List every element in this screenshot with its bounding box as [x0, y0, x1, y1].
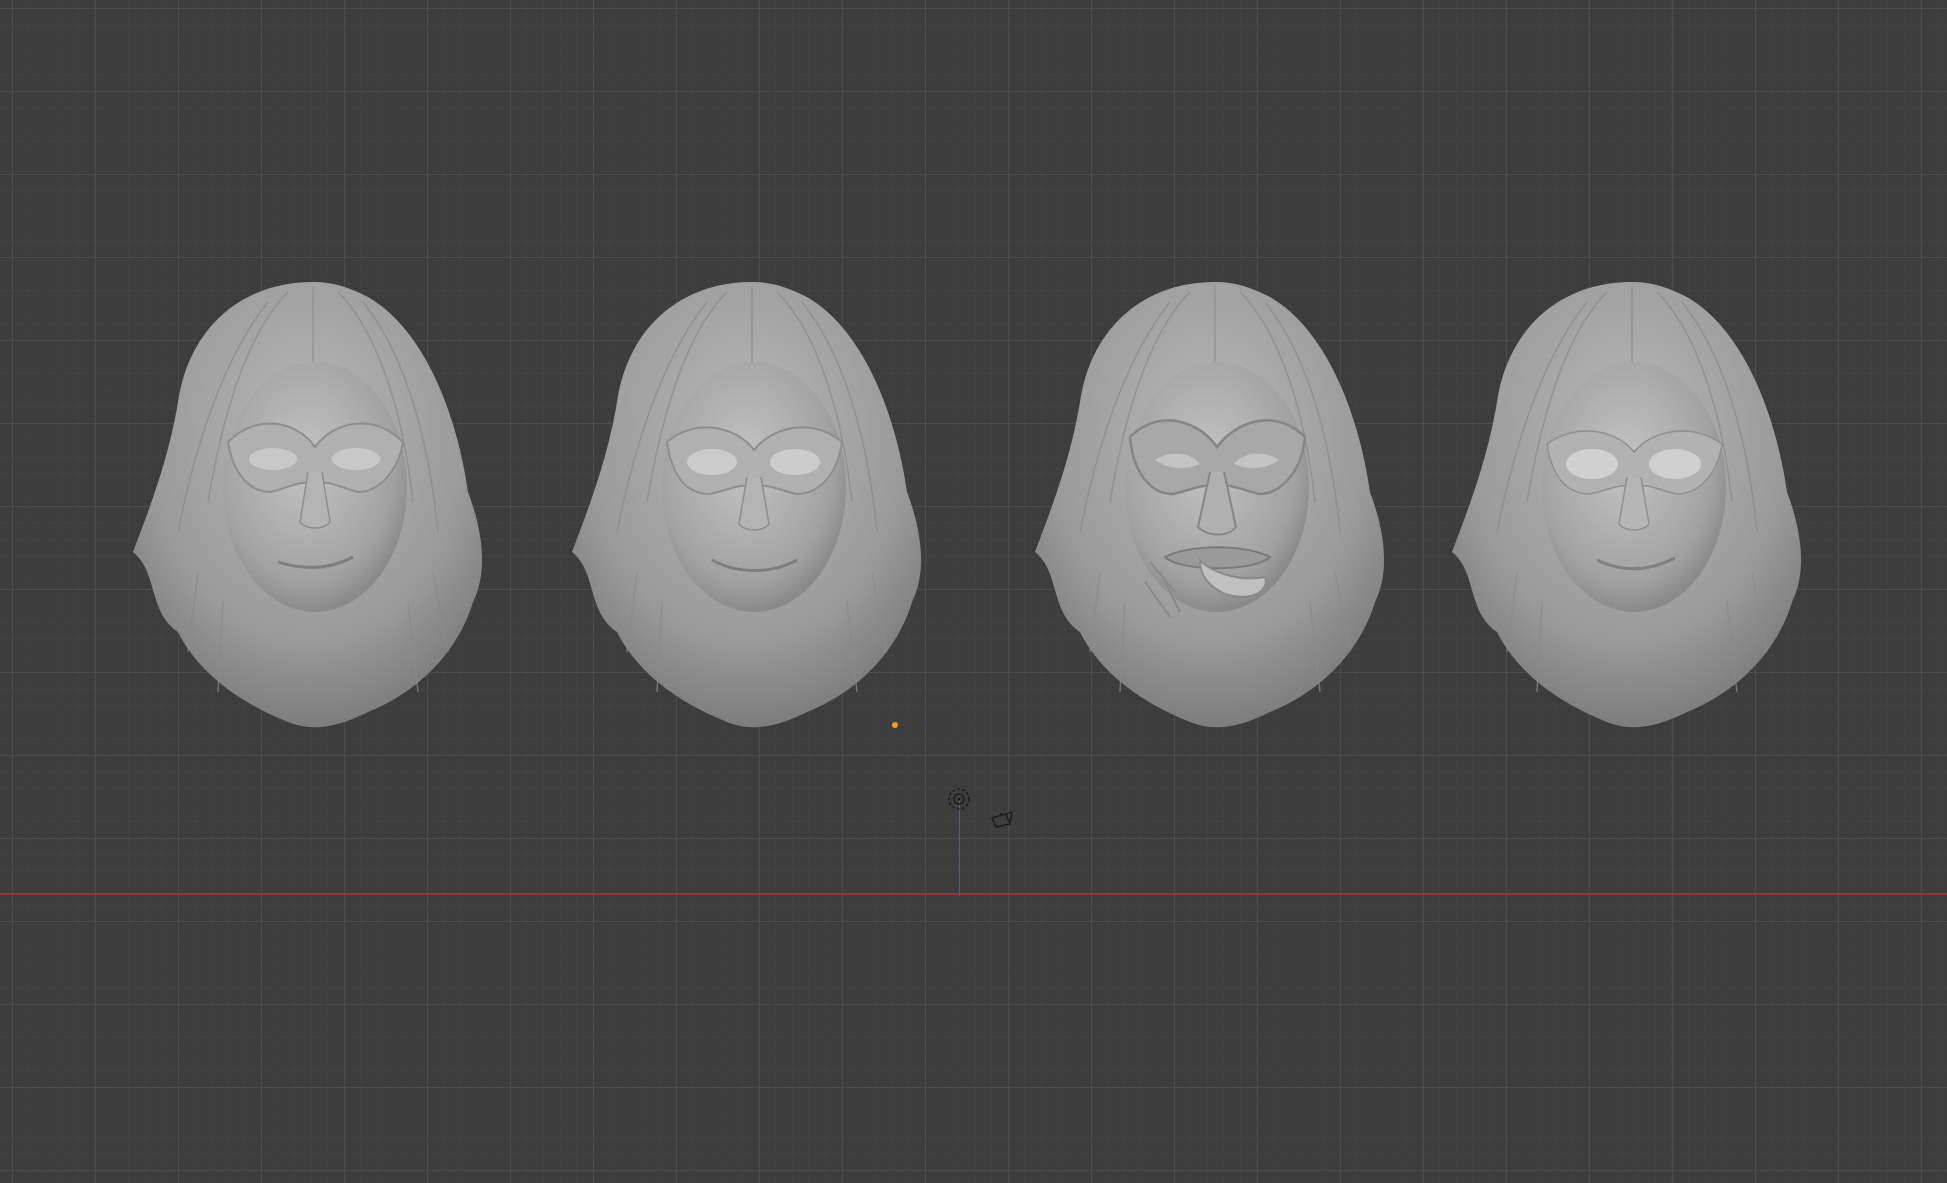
- 3d-viewport[interactable]: [0, 0, 1947, 1183]
- head-model-2[interactable]: [567, 272, 937, 752]
- head-mesh-2: [572, 282, 922, 728]
- head-model-3[interactable]: [1030, 272, 1400, 752]
- x-axis-line: [0, 893, 1947, 895]
- head-mesh-1: [133, 282, 483, 728]
- head-mesh-4: [1452, 282, 1802, 728]
- head-model-4[interactable]: [1447, 272, 1817, 752]
- head-model-1[interactable]: [128, 272, 498, 752]
- head-mesh-3: [1035, 282, 1385, 728]
- camera-icon[interactable]: [990, 810, 1014, 830]
- origin-point-icon[interactable]: [892, 722, 898, 728]
- light-icon[interactable]: [945, 785, 973, 813]
